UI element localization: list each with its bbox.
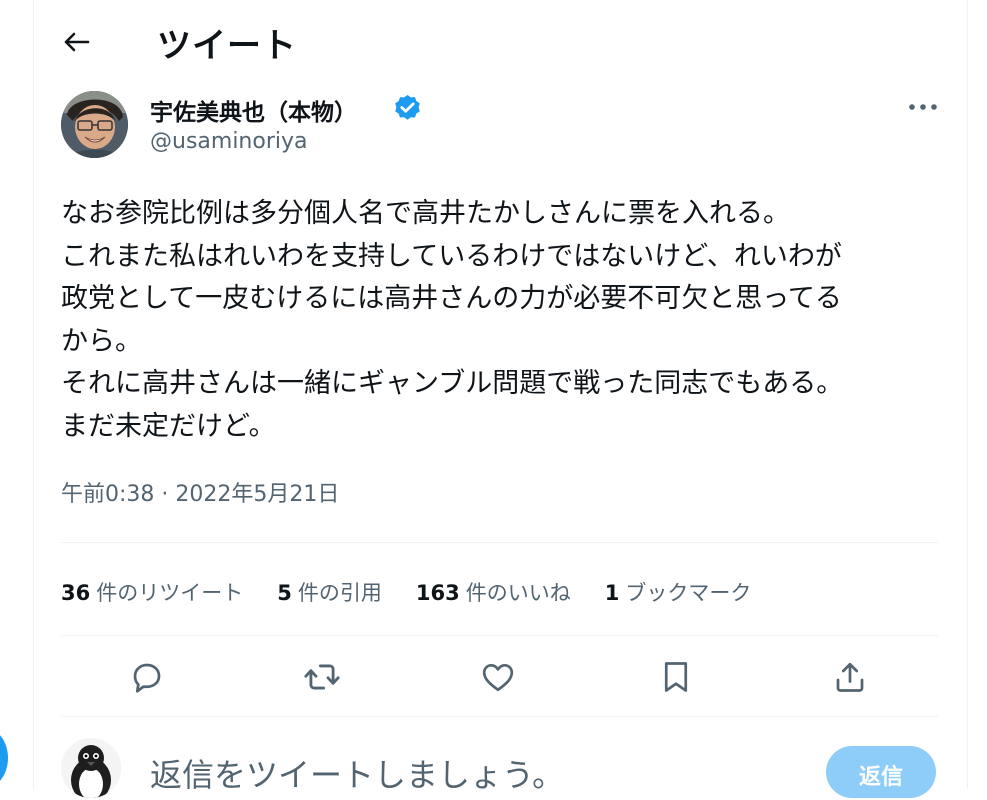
timestamp-separator: · [161,482,169,507]
share-icon [836,662,864,692]
divider [61,542,938,543]
heart-icon [482,663,514,692]
retweet-button[interactable] [299,654,345,700]
like-button[interactable] [475,654,521,700]
retweets-stat[interactable]: 36 件のリツイート [61,577,243,607]
tweet-timestamp: 午前0:38 · 2022年5月21日 [61,476,339,508]
quotes-label: 件の引用 [297,581,382,605]
tweet-text: なお参院比例は多分個人名で高井たかしさんに票を入れる。 これまた私はれいわを支持… [61,198,844,442]
current-user-avatar[interactable] [61,738,121,798]
penguin-avatar-image [61,738,121,798]
bookmarks-label: ブックマーク [625,581,752,605]
retweets-label: 件のリツイート [96,581,244,605]
reply-icon [133,663,161,693]
compose-fab-button[interactable] [0,728,8,788]
quotes-count: 5 [277,581,292,605]
back-button[interactable] [56,22,96,62]
tweet-time[interactable]: 午前0:38 [61,482,154,507]
bookmark-icon [664,662,688,692]
likes-stat[interactable]: 163 件のいいね [416,577,571,607]
tweet-stats: 36 件のリツイート 5 件の引用 163 件のいいね 1 ブックマーク [61,575,785,609]
bookmarks-stat[interactable]: 1 ブックマーク [605,577,752,607]
tweet-date[interactable]: 2022年5月21日 [175,482,339,507]
avatar-image [61,91,128,158]
left-column-border [33,0,34,789]
arrow-left-icon [64,32,90,52]
more-dots-icon [909,104,937,110]
author-name[interactable]: 宇佐美典也（本物） [150,93,357,127]
bookmarks-count: 1 [604,581,620,605]
verified-badge-icon [392,93,423,124]
likes-label: 件のいいね [465,581,571,605]
reply-button[interactable] [124,654,170,700]
quotes-stat[interactable]: 5 件の引用 [277,577,382,607]
reply-submit-button[interactable]: 返信 [826,746,936,798]
more-options-button[interactable] [903,90,943,124]
share-button[interactable] [827,654,873,700]
right-column-border [967,0,968,789]
retweet-icon [304,664,340,690]
page-title: ツイート [157,26,297,66]
bookmark-button[interactable] [653,654,699,700]
author-avatar[interactable] [61,91,128,158]
divider [61,635,938,636]
reply-input[interactable] [150,750,800,800]
divider [61,716,938,717]
retweets-count: 36 [61,581,91,605]
author-handle[interactable]: @usaminoriya [150,129,308,154]
likes-count: 163 [415,581,460,605]
